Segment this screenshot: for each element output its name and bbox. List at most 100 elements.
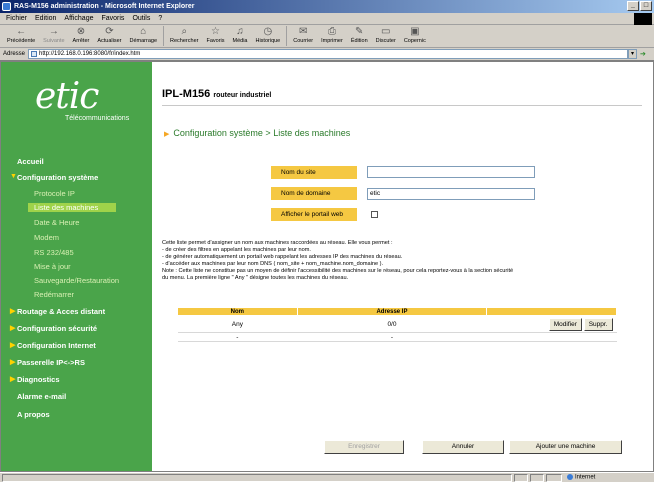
chevron-right-icon: ▶	[10, 359, 16, 366]
stop-button[interactable]: ⊗ Arrêter	[69, 25, 94, 44]
logo-subtitle: Télécommunications	[65, 115, 130, 122]
chevron-right-icon: ▶	[164, 131, 170, 138]
sidebar-item-liste-des-machines[interactable]: Liste des machines	[28, 203, 116, 212]
ie-icon	[2, 2, 11, 11]
menu-bar: Fichier Edition Affichage Favoris Outils…	[0, 13, 654, 25]
favorites-icon: ☆	[211, 26, 220, 37]
mail-button[interactable]: ✉ Courrier	[289, 25, 317, 44]
site-name-input[interactable]	[367, 166, 535, 178]
edit-icon: ✎	[355, 26, 364, 37]
chevron-right-icon: ▶	[10, 342, 16, 349]
status-pane	[514, 474, 528, 482]
history-button[interactable]: ◷ Historique	[251, 25, 284, 44]
chevron-right-icon: ▶	[10, 308, 16, 315]
domain-name-label: Nom de domaine	[271, 187, 357, 200]
cell-ip: -	[297, 332, 487, 342]
menu-outils[interactable]: Outils	[132, 15, 150, 22]
menu-favoris[interactable]: Favoris	[101, 15, 124, 22]
main-panel: IPL-M156 routeur industriel ▶ Configurati…	[152, 62, 653, 471]
discuss-button[interactable]: ▭ Discuter	[372, 25, 400, 44]
menu-affichage[interactable]: Affichage	[64, 15, 93, 22]
windows-logo-icon	[634, 13, 652, 25]
sidebar-item-a-propos[interactable]: A propos	[1, 410, 152, 419]
page-subtitle: routeur industriel	[213, 92, 272, 99]
chevron-right-icon: ▶	[10, 325, 16, 332]
discuss-icon: ▭	[381, 26, 391, 37]
refresh-button[interactable]: ⟳ Actualiser	[93, 25, 125, 44]
go-icon[interactable]: ➔	[640, 50, 646, 58]
minimize-button[interactable]: _	[627, 1, 639, 11]
media-icon: ♫	[236, 26, 244, 37]
delete-button[interactable]: Suppr.	[583, 317, 613, 331]
address-label: Adresse	[3, 51, 26, 57]
logo-brand: etic	[35, 76, 99, 117]
modify-button[interactable]: Modifier	[548, 317, 582, 331]
sidebar-item-date-heure[interactable]: Date & Heure	[1, 218, 152, 227]
sidebar-item-configuration-securite[interactable]: ▶ Configuration sécurité	[1, 324, 152, 333]
menu-edition[interactable]: Edition	[35, 15, 56, 22]
chevron-right-icon: ▶	[10, 376, 16, 383]
column-header-ip: Adresse IP	[296, 307, 488, 316]
sidebar-item-sauvegarde-restauration[interactable]: Sauvegarde/Restauration	[1, 276, 152, 285]
address-bar: Adresse http://192.168.0.196:8080/fr/ind…	[0, 48, 654, 61]
print-button[interactable]: ⎙ Imprimer	[317, 25, 347, 44]
maximize-button[interactable]: □	[640, 1, 652, 11]
sidebar-item-passerelle[interactable]: ▶ Passerelle IP<->RS	[1, 358, 152, 367]
sidebar-item-rs232-485[interactable]: RS 232/485	[1, 248, 152, 257]
sidebar-item-mise-a-jour[interactable]: Mise à jour	[1, 262, 152, 271]
sidebar-item-redemarrer[interactable]: Redémarrer	[1, 290, 152, 299]
media-button[interactable]: ♫ Média	[229, 25, 252, 44]
table-row: - -	[177, 332, 617, 342]
sidebar-item-protocole-ip[interactable]: Protocole IP	[1, 189, 152, 198]
address-dropdown-button[interactable]: ▾	[628, 49, 638, 59]
home-button[interactable]: ⌂ Démarrage	[126, 25, 162, 44]
window-title-bar: RAS-M156 administration - Microsoft Inte…	[0, 0, 654, 13]
chevron-down-icon: ▼	[10, 173, 17, 180]
page-content: etic Télécommunications Accueil ▼ Configu…	[0, 61, 654, 472]
search-button[interactable]: ⌕ Rechercher	[166, 25, 202, 44]
description-text: Cette liste permet d'assigner un nom aux…	[162, 240, 514, 281]
menu-help[interactable]: ?	[158, 15, 162, 22]
sidebar-item-configuration-internet[interactable]: ▶ Configuration Internet	[1, 341, 152, 350]
forward-button[interactable]: → Suivante	[39, 25, 68, 44]
status-bar: Internet	[0, 472, 654, 482]
cancel-button[interactable]: Annuler	[422, 440, 504, 454]
zone-indicator: Internet	[567, 474, 595, 481]
back-button[interactable]: ← Précédente	[3, 25, 39, 44]
logo: etic Télécommunications	[1, 62, 152, 144]
stop-icon: ⊗	[76, 26, 86, 37]
copernic-button[interactable]: ▣ Copernic	[400, 25, 430, 44]
toolbar-separator	[286, 26, 288, 46]
menu-fichier[interactable]: Fichier	[6, 15, 27, 22]
sidebar-item-accueil[interactable]: Accueil	[1, 157, 152, 166]
machines-table: Nom Adresse IP Any 0/0 Modifier Suppr. -…	[177, 307, 617, 342]
add-machine-button[interactable]: Ajouter une machine	[509, 440, 622, 454]
cell-nom: -	[177, 332, 298, 342]
home-icon: ⌂	[140, 26, 147, 37]
column-header-nom: Nom	[177, 307, 298, 316]
search-icon: ⌕	[181, 26, 188, 37]
cell-ip: 0/0	[297, 315, 487, 333]
domain-name-input[interactable]: etic	[367, 188, 535, 200]
sidebar-item-modem[interactable]: Modem	[1, 233, 152, 242]
toolbar: ← Précédente → Suivante ⊗ Arrêter ⟳ Actualis…	[0, 25, 654, 48]
status-pane	[546, 474, 562, 482]
save-button[interactable]: Enregistrer	[324, 440, 404, 454]
window-title: RAS-M156 administration - Microsoft Inte…	[14, 3, 195, 10]
table-row: Any 0/0 Modifier Suppr.	[177, 315, 617, 333]
sidebar-item-routage[interactable]: ▶ Routage & Acces distant	[1, 307, 152, 316]
toolbar-separator	[163, 26, 165, 46]
print-icon: ⎙	[327, 26, 336, 37]
edit-button[interactable]: ✎ Édition	[347, 25, 372, 44]
web-portal-label: Afficher le portail web	[271, 208, 357, 221]
divider	[162, 105, 642, 106]
breadcrumb: ▶ Configuration système > Liste des machi…	[164, 128, 351, 138]
page-title: IPL-M156 routeur industriel	[162, 88, 272, 100]
address-input[interactable]: http://192.168.0.196:8080/fr/index.htm	[28, 49, 629, 59]
favorites-button[interactable]: ☆ Favoris	[202, 25, 228, 44]
sidebar-item-alarme-email[interactable]: Alarme e-mail	[1, 392, 152, 401]
back-arrow-icon: ←	[16, 26, 27, 37]
sidebar-item-configuration-systeme[interactable]: ▼ Configuration système	[1, 173, 152, 182]
sidebar-item-diagnostics[interactable]: ▶ Diagnostics	[1, 375, 152, 384]
web-portal-checkbox[interactable]	[371, 211, 378, 218]
